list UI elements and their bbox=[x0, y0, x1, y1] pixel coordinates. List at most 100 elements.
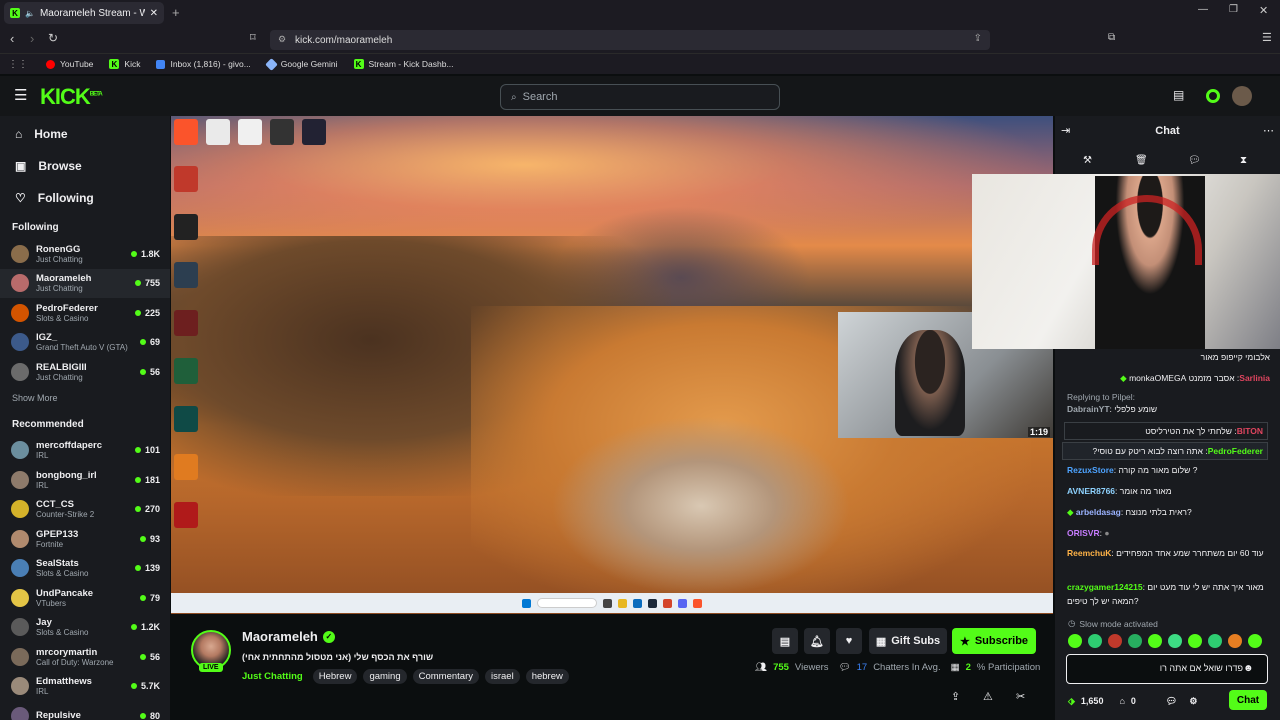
bookmark-gemini[interactable]: Google Gemini bbox=[264, 57, 338, 71]
recommended-channel[interactable]: mrcorymartin Call of Duty: Warzone 56 bbox=[0, 642, 170, 672]
inbox-icon[interactable]: ▤ bbox=[1173, 88, 1184, 102]
recommended-channel[interactable]: bongbong_irl IRL 181 bbox=[0, 465, 170, 495]
tag-hebrew[interactable]: Hebrew bbox=[312, 669, 358, 684]
close-window-icon[interactable]: ✕ bbox=[1259, 4, 1268, 17]
clip-icon[interactable]: ✂ bbox=[1016, 690, 1025, 703]
recommended-channel[interactable]: CCT_CS Counter-Strike 2 270 bbox=[0, 495, 170, 525]
recommended-channel[interactable]: mercoffdaperc IRL 101 bbox=[0, 436, 170, 466]
following-heading: Following bbox=[12, 222, 59, 233]
kick-coin-icon[interactable] bbox=[1206, 89, 1220, 103]
following-channel[interactable]: REALBIGIII Just Chatting 56 bbox=[0, 357, 170, 387]
streamer-name[interactable]: Maorameleh ✓ bbox=[242, 629, 335, 644]
share-icon[interactable]: ⇪ bbox=[951, 690, 960, 703]
show-more-link[interactable]: Show More bbox=[0, 387, 170, 409]
send-chat-button[interactable]: Chat bbox=[1229, 690, 1267, 710]
apps-icon[interactable]: ⋮⋮ bbox=[8, 59, 28, 70]
recommended-channel[interactable]: Repulsive 80 bbox=[0, 701, 170, 720]
trash-icon[interactable]: 🗑︎ bbox=[1135, 155, 1148, 166]
gift-subs-button[interactable]: ▦ Gift Subs bbox=[869, 628, 947, 654]
chat-message: אלבומי קייפופ מאור bbox=[1200, 352, 1270, 362]
nav-browse[interactable]: ▣ Browse bbox=[0, 150, 170, 182]
tag-commentary[interactable]: Commentary bbox=[412, 669, 479, 684]
recommended-channel[interactable]: Jay Slots & Casino 1.2K bbox=[0, 613, 170, 643]
recommended-channel[interactable]: GPEP133 Fortnite 93 bbox=[0, 524, 170, 554]
kick-logo[interactable]: KICKBETA bbox=[40, 84, 103, 110]
new-tab-icon[interactable]: + bbox=[172, 5, 180, 20]
share-icon[interactable]: ⇪ bbox=[974, 33, 982, 44]
subscribe-button[interactable]: ★ Subscribe bbox=[952, 628, 1036, 654]
menu-icon[interactable]: ☰ bbox=[1262, 31, 1272, 44]
browser-tab[interactable]: K 🔈 Maorameleh Stream - Watch ✕ bbox=[4, 2, 164, 24]
extensions-icon[interactable]: ⧉ bbox=[1108, 32, 1115, 43]
theater-mode-button[interactable]: ▤ bbox=[772, 628, 798, 654]
desktop-icon bbox=[174, 406, 198, 432]
chat-settings-icon[interactable]: 💬︎ bbox=[1166, 696, 1177, 707]
recommended-channel[interactable]: SealStats Slots & Casino 139 bbox=[0, 554, 170, 584]
maximize-icon[interactable]: ❐ bbox=[1229, 4, 1238, 15]
tab-close-icon[interactable]: ✕ bbox=[150, 8, 158, 19]
forward-icon[interactable]: › bbox=[30, 31, 34, 46]
emote-icon[interactable] bbox=[1128, 634, 1142, 648]
chat-more-icon[interactable]: ⋯ bbox=[1263, 124, 1274, 137]
following-channel[interactable]: IGZ_ Grand Theft Auto V (GTA) 69 bbox=[0, 328, 170, 358]
tag-israel[interactable]: israel bbox=[485, 669, 520, 684]
live-dot-icon bbox=[130, 683, 137, 690]
following-channel[interactable]: Maorameleh Just Chatting 755 bbox=[0, 268, 170, 298]
emoji-icon[interactable]: ☻ bbox=[1243, 663, 1254, 674]
channel-viewers: 1.8K bbox=[130, 249, 160, 259]
stream-tags-row: Just Chatting Hebrew gaming Commentary i… bbox=[242, 669, 569, 684]
user-avatar[interactable] bbox=[1232, 86, 1252, 106]
emote-icon[interactable] bbox=[1228, 634, 1242, 648]
url-text: kick.com/maorameleh bbox=[295, 34, 393, 46]
back-icon[interactable]: ‹ bbox=[10, 31, 14, 46]
hamburger-menu-icon[interactable]: ☰ bbox=[14, 86, 27, 104]
gear-icon[interactable]: ⚙ bbox=[1189, 696, 1197, 707]
emote-icon[interactable] bbox=[1188, 634, 1202, 648]
bookmark-icon[interactable]: ⌑ bbox=[250, 31, 256, 44]
emote-icon[interactable] bbox=[1108, 634, 1122, 648]
search-input[interactable]: ⌕ Search bbox=[500, 84, 780, 110]
bookmark-kick[interactable]: K Kick bbox=[109, 59, 140, 69]
mod-hammer-icon[interactable]: ⚒ bbox=[1083, 155, 1092, 166]
notifications-button[interactable]: 🔔︎ bbox=[804, 628, 830, 654]
theater-icon: ▤ bbox=[779, 635, 791, 648]
nav-home[interactable]: ⌂ Home bbox=[0, 118, 170, 150]
emote-icon[interactable] bbox=[1168, 634, 1182, 648]
viewer-count: 1.2K bbox=[140, 622, 160, 633]
emote-icon[interactable] bbox=[1208, 634, 1222, 648]
chat-input[interactable]: פדרו שואל אם אתה רו ☻ bbox=[1066, 654, 1268, 684]
nav-following[interactable]: ♡ Following bbox=[0, 182, 170, 214]
live-dot-icon bbox=[139, 594, 146, 601]
recommended-channel[interactable]: Edmatthews IRL 5.7K bbox=[0, 672, 170, 702]
emote-icon[interactable] bbox=[1088, 634, 1102, 648]
following-channel[interactable]: PedroFederer Slots & Casino 225 bbox=[0, 298, 170, 328]
chat-bubble-icon[interactable]: 💬︎ bbox=[1188, 155, 1201, 166]
emote-icon[interactable] bbox=[1248, 634, 1262, 648]
url-bar[interactable]: ⚙ kick.com/maorameleh ⇪ bbox=[270, 30, 990, 50]
live-dot-icon bbox=[139, 712, 146, 719]
tag-gaming[interactable]: gaming bbox=[363, 669, 407, 684]
channel-viewers: 79 bbox=[139, 593, 160, 603]
hourglass-icon[interactable]: ⧗ bbox=[1240, 155, 1247, 166]
channel-name: IGZ_ bbox=[36, 332, 58, 344]
emote-icon[interactable] bbox=[1148, 634, 1162, 648]
reload-icon[interactable]: ↻ bbox=[48, 31, 58, 45]
bookmark-inbox[interactable]: Inbox (1,816) - givo... bbox=[156, 59, 251, 69]
follow-button[interactable]: ♥ bbox=[836, 628, 862, 654]
channel-viewers: 225 bbox=[134, 308, 160, 318]
channel-category: Grand Theft Auto V (GTA) bbox=[36, 343, 128, 353]
recommended-channel[interactable]: UndPancake VTubers 79 bbox=[0, 583, 170, 613]
bookmark-stream-dashboard[interactable]: K Stream - Kick Dashb... bbox=[353, 59, 454, 69]
desktop-icons-column bbox=[174, 166, 198, 528]
report-icon[interactable]: ⚠ bbox=[983, 690, 993, 703]
following-channel[interactable]: RonenGG Just Chatting 1.8K bbox=[0, 239, 170, 269]
brave-desktop-icon bbox=[174, 119, 198, 145]
emote-icon[interactable] bbox=[1068, 634, 1082, 648]
bookmark-youtube[interactable]: YouTube bbox=[46, 59, 93, 69]
minimize-icon[interactable]: — bbox=[1198, 4, 1208, 15]
site-info-icon[interactable]: ⚙ bbox=[278, 34, 286, 45]
points-value[interactable]: 1,650 bbox=[1081, 696, 1104, 706]
heart-icon: ♡ bbox=[15, 191, 26, 205]
category-link[interactable]: Just Chatting bbox=[242, 671, 303, 682]
tag-hebrew-lower[interactable]: hebrew bbox=[525, 669, 569, 684]
